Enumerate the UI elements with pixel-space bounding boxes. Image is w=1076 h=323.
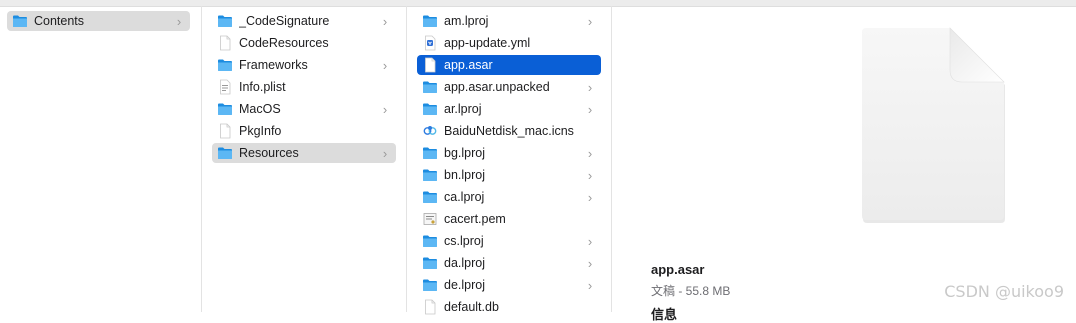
list-item-ca-lproj[interactable]: ca.lproj › [417, 187, 601, 207]
folder-icon [218, 103, 232, 115]
yaml-file-icon [425, 35, 436, 51]
item-label: BaiduNetdisk_mac.icns [444, 124, 574, 138]
watermark-text: CSDN @uikoo9 [944, 282, 1064, 301]
chevron-right-icon: › [587, 145, 593, 161]
item-label: cacert.pem [444, 212, 506, 226]
item-label: app.asar [444, 58, 493, 72]
item-label: am.lproj [444, 14, 489, 28]
list-item-frameworks[interactable]: Frameworks › [212, 55, 396, 75]
folder-icon [423, 235, 437, 247]
preview-file-name: app.asar [651, 262, 705, 277]
preview-pane: app.asar 文稿 - 55.8 MB 信息 [612, 6, 1076, 322]
baidunetdisk-app-icon [423, 126, 437, 135]
folder-icon [423, 147, 437, 159]
list-item-app-asar-unpacked[interactable]: app.asar.unpacked › [417, 77, 601, 97]
folder-icon [218, 147, 232, 159]
list-item-app-update-yml[interactable]: app-update.yml [417, 33, 601, 53]
folder-icon [423, 103, 437, 115]
chevron-right-icon: › [587, 79, 593, 95]
item-label: Frameworks [239, 58, 308, 72]
chevron-right-icon: › [382, 145, 388, 161]
folder-icon [423, 81, 437, 93]
list-item-am-lproj[interactable]: am.lproj › [417, 11, 601, 31]
document-icon [220, 123, 231, 139]
list-item-bn-lproj[interactable]: bn.lproj › [417, 165, 601, 185]
item-label: Info.plist [239, 80, 286, 94]
certificate-file-icon [423, 213, 437, 225]
list-item-app-asar[interactable]: app.asar [417, 55, 601, 75]
list-item-codesignature[interactable]: _CodeSignature › [212, 11, 396, 31]
document-icon [425, 57, 436, 73]
list-item-cs-lproj[interactable]: cs.lproj › [417, 231, 601, 251]
folder-icon [423, 15, 437, 27]
folder-icon [218, 15, 232, 27]
item-label: cs.lproj [444, 234, 484, 248]
list-item-resources[interactable]: Resources › [212, 143, 396, 163]
item-label: ca.lproj [444, 190, 485, 204]
list-item-macos[interactable]: MacOS › [212, 99, 396, 119]
document-icon [220, 35, 231, 51]
item-label: CodeResources [239, 36, 329, 50]
item-label: Resources [239, 146, 299, 160]
list-item-default-db[interactable]: default.db [417, 297, 601, 317]
plist-file-icon [220, 79, 231, 95]
item-label: MacOS [239, 102, 281, 116]
list-item-baidunetdisk-icns[interactable]: BaiduNetdisk_mac.icns [417, 121, 601, 141]
item-label: Contents [34, 14, 85, 28]
chevron-right-icon: › [587, 277, 593, 293]
list-item-da-lproj[interactable]: da.lproj › [417, 253, 601, 273]
chevron-right-icon: › [587, 189, 593, 205]
item-label: da.lproj [444, 256, 485, 270]
folder-icon [13, 15, 27, 27]
folder-icon [218, 59, 232, 71]
item-label: bg.lproj [444, 146, 485, 160]
item-label: _CodeSignature [239, 14, 330, 28]
chevron-right-icon: › [382, 13, 388, 29]
item-label: app-update.yml [444, 36, 531, 50]
list-item-pkginfo[interactable]: PkgInfo [212, 121, 396, 141]
preview-file-meta: 文稿 - 55.8 MB [651, 284, 731, 298]
chevron-right-icon: › [587, 233, 593, 249]
list-item-coderesources[interactable]: CodeResources [212, 33, 396, 53]
item-label: ar.lproj [444, 102, 482, 116]
list-item-contents[interactable]: Contents › [7, 11, 190, 31]
chevron-right-icon: › [587, 101, 593, 117]
folder-icon [423, 169, 437, 181]
document-icon [425, 299, 436, 315]
browser-column-2[interactable]: _CodeSignature › CodeResources Framework… [202, 6, 407, 312]
chevron-right-icon: › [587, 255, 593, 271]
item-label: app.asar.unpacked [444, 80, 550, 94]
preview-info-heading: 信息 [651, 307, 678, 322]
large-document-icon [862, 27, 1005, 223]
item-label: PkgInfo [239, 124, 282, 138]
item-label: bn.lproj [444, 168, 485, 182]
folder-icon [423, 279, 437, 291]
chevron-right-icon: › [587, 13, 593, 29]
chevron-right-icon: › [382, 57, 388, 73]
folder-icon [423, 191, 437, 203]
list-item-info-plist[interactable]: Info.plist [212, 77, 396, 97]
list-item-cacert-pem[interactable]: cacert.pem [417, 209, 601, 229]
item-label: de.lproj [444, 278, 485, 292]
browser-column-1[interactable]: Contents › [0, 6, 202, 312]
chevron-right-icon: › [176, 13, 182, 29]
list-item-bg-lproj[interactable]: bg.lproj › [417, 143, 601, 163]
folder-icon [423, 257, 437, 269]
browser-column-3[interactable]: am.lproj › app-update.yml app.asar app.a… [407, 6, 612, 315]
chevron-right-icon: › [587, 167, 593, 183]
list-item-ar-lproj[interactable]: ar.lproj › [417, 99, 601, 119]
chevron-right-icon: › [382, 101, 388, 117]
list-item-de-lproj[interactable]: de.lproj › [417, 275, 601, 295]
